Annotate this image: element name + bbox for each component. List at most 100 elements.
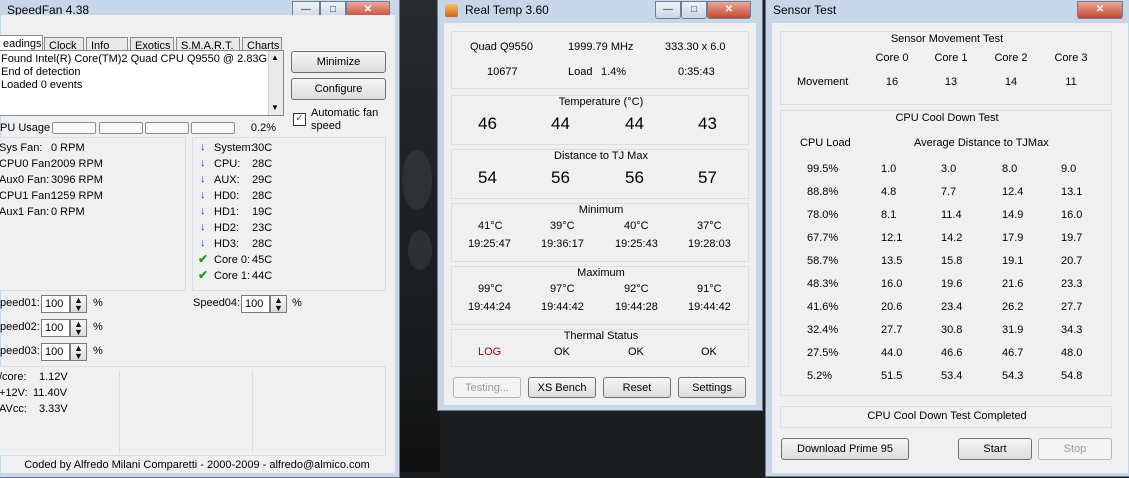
avg-distance-value: 8.0 bbox=[1002, 163, 1018, 175]
cpu-load-value: 48.3% bbox=[807, 278, 839, 290]
fan-name: CPU1 Fan: bbox=[0, 190, 54, 202]
speed03-input[interactable]: 100 bbox=[41, 343, 70, 361]
temperature-panel: Temperature (°C) 46 44 44 43 bbox=[451, 95, 749, 145]
cpu-usage-label: PU Usage bbox=[0, 122, 51, 134]
section-title: CPU Cool Down Test bbox=[895, 112, 999, 124]
fans-panel: Sys Fan: 0 RPM CPU0 Fan: 2009 RPM Aux0 F… bbox=[0, 137, 186, 291]
fan-value: 2009 RPM bbox=[51, 158, 103, 170]
arrow-down-icon: ↓ bbox=[200, 221, 206, 233]
auto-fan-checkbox[interactable]: ✓ bbox=[293, 113, 306, 126]
movement-value: 16 bbox=[885, 76, 899, 88]
speed-unit: % bbox=[292, 297, 302, 309]
thermal-status-panel: Thermal Status LOG OK OK OK bbox=[451, 329, 749, 367]
stop-button[interactable]: Stop bbox=[1038, 438, 1112, 460]
arrow-down-icon: ↓ bbox=[200, 205, 206, 217]
core-distance: 56 bbox=[551, 168, 570, 187]
temperatures-panel: ↓ System: 30C ↓ CPU: 28C ↓ AUX: 29C ↓ HD… bbox=[192, 137, 386, 291]
core-header: Core 3 bbox=[1054, 52, 1088, 64]
xs-bench-button[interactable]: XS Bench bbox=[528, 377, 596, 398]
minimize-button[interactable]: Minimize bbox=[291, 51, 386, 73]
maximize-window-button[interactable]: □ bbox=[681, 1, 707, 19]
min-time: 19:28:03 bbox=[688, 238, 731, 250]
minimum-panel: Minimum 41°C 39°C 40°C 37°C 19:25:47 19:… bbox=[451, 203, 749, 262]
world-map-decoration bbox=[408, 230, 432, 270]
avg-distance-value: 3.0 bbox=[941, 163, 957, 175]
avg-distance-value: 8.1 bbox=[881, 209, 897, 221]
settings-button[interactable]: Settings bbox=[678, 377, 746, 398]
speed01-input[interactable]: 100 bbox=[41, 295, 70, 313]
fan-name: Aux1 Fan: bbox=[0, 206, 50, 218]
arrow-down-icon: ↓ bbox=[200, 189, 206, 201]
avg-distance-value: 51.5 bbox=[881, 370, 903, 382]
spinner-icon[interactable]: ▲ ▼ bbox=[270, 295, 287, 313]
spinner-icon[interactable]: ▲ ▼ bbox=[70, 295, 87, 313]
scroll-down-icon[interactable]: ▼ bbox=[271, 103, 279, 112]
download-prime95-button[interactable]: Download Prime 95 bbox=[781, 438, 909, 460]
avg-distance-value: 54.8 bbox=[1061, 370, 1083, 382]
max-temp: 97°C bbox=[550, 283, 575, 295]
log-scrollbar[interactable]: ▲ ▼ bbox=[268, 51, 283, 115]
core-header: Core 2 bbox=[994, 52, 1028, 64]
movement-value: 11 bbox=[1065, 76, 1077, 88]
avg-distance-value: 16.0 bbox=[881, 278, 903, 290]
reset-button[interactable]: Reset bbox=[603, 377, 671, 398]
start-button[interactable]: Start bbox=[958, 438, 1032, 460]
minimize-window-button[interactable]: — bbox=[655, 1, 681, 19]
temp-value: 28C bbox=[252, 158, 273, 170]
min-temp: 37°C bbox=[697, 220, 722, 232]
max-time: 19:44:28 bbox=[615, 301, 658, 313]
max-temp: 92°C bbox=[624, 283, 649, 295]
avg-distance-value: 7.7 bbox=[941, 186, 957, 198]
avg-distance-value: 19.6 bbox=[941, 278, 963, 290]
speed04-input[interactable]: 100 bbox=[241, 295, 270, 313]
avg-distance-value: 13.1 bbox=[1061, 186, 1083, 198]
cpu-load-value: 41.6% bbox=[807, 301, 839, 313]
section-title: Thermal Status bbox=[563, 330, 639, 342]
cool-down-panel: CPU Cool Down Test CPU Load Average Dist… bbox=[780, 110, 1112, 396]
core-header: Core 1 bbox=[934, 52, 968, 64]
avg-distance-value: 34.3 bbox=[1061, 324, 1083, 336]
cpu-frequency: 1999.79 MHz bbox=[568, 41, 634, 53]
sensortest-titlebar[interactable]: Sensor Test ✕ bbox=[766, 1, 1129, 21]
configure-button[interactable]: Configure bbox=[291, 78, 386, 100]
temp-value: 30C bbox=[252, 142, 273, 154]
speed02-input[interactable]: 100 bbox=[41, 319, 70, 337]
realtemp-titlebar[interactable]: Real Temp 3.60 — □ ✕ bbox=[438, 1, 762, 21]
close-window-button[interactable]: ✕ bbox=[707, 1, 751, 19]
min-temp: 40°C bbox=[624, 220, 649, 232]
voltages-panel: /core: 1.12V +12V: 11.40V AVcc: 3.33V bbox=[0, 366, 386, 456]
scroll-up-icon[interactable]: ▲ bbox=[271, 53, 279, 62]
testing-button[interactable]: Testing... bbox=[453, 377, 521, 398]
movement-value: 13 bbox=[944, 76, 958, 88]
speed-name: peed02: bbox=[0, 321, 40, 333]
close-window-button[interactable]: ✕ bbox=[1077, 1, 1123, 19]
arrow-down-icon: ↓ bbox=[200, 173, 206, 185]
avg-distance-value: 14.9 bbox=[1002, 209, 1024, 221]
check-icon: ✔ bbox=[198, 268, 209, 282]
event-log[interactable]: Found Intel(R) Core(TM)2 Quad CPU Q9550 … bbox=[0, 50, 284, 116]
speed-unit: % bbox=[93, 321, 103, 333]
temp-name: HD2: bbox=[214, 222, 240, 234]
core-distance: 54 bbox=[478, 168, 497, 187]
avg-distance-value: 23.3 bbox=[1061, 278, 1083, 290]
avg-distance-value: 1.0 bbox=[881, 163, 897, 175]
cpu-usage-value: 0.2% bbox=[250, 122, 276, 134]
fan-value: 1259 RPM bbox=[51, 190, 103, 202]
cpu-gauge bbox=[145, 122, 189, 134]
desktop-background bbox=[398, 0, 440, 472]
cpu-info-panel: Quad Q9550 1999.79 MHz 333.30 x 6.0 1067… bbox=[451, 31, 749, 89]
avg-distance-value: 17.9 bbox=[1002, 232, 1024, 244]
max-time: 19:44:42 bbox=[688, 301, 731, 313]
temp-name: HD3: bbox=[214, 238, 240, 250]
cpu-load-value: 58.7% bbox=[807, 255, 839, 267]
spinner-icon[interactable]: ▲ ▼ bbox=[70, 343, 87, 361]
temp-name: Core 1: bbox=[214, 270, 251, 282]
log-line: Found Intel(R) Core(TM)2 Quad CPU Q9550 … bbox=[1, 53, 281, 65]
spinner-icon[interactable]: ▲ ▼ bbox=[70, 319, 87, 337]
load-label: Load bbox=[568, 66, 593, 78]
temp-value: 28C bbox=[252, 190, 273, 202]
check-icon: ✔ bbox=[198, 252, 209, 266]
avg-distance-value: 21.6 bbox=[1002, 278, 1024, 290]
avg-distance-value: 46.6 bbox=[941, 347, 963, 359]
arrow-down-icon: ↓ bbox=[200, 157, 206, 169]
